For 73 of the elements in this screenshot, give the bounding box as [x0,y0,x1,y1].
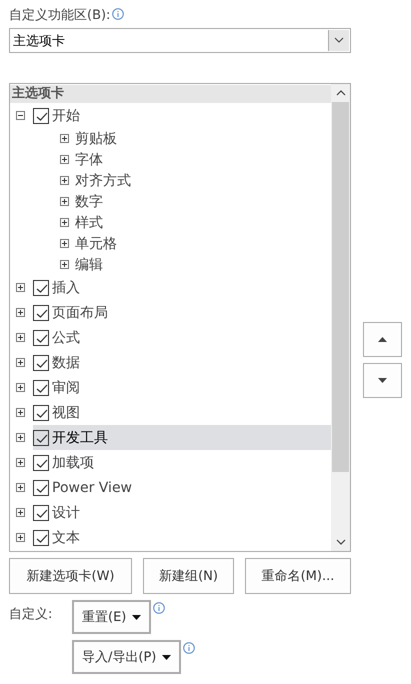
expand-icon[interactable] [60,176,69,185]
checkbox[interactable] [33,108,49,124]
scroll-down-icon[interactable] [336,538,346,546]
checkbox[interactable] [33,430,49,446]
info-icon [112,8,124,20]
tree-item[interactable]: 文本 [52,528,80,546]
triangle-up-icon [378,337,387,342]
dropdown-button[interactable]: 重置(E) [72,600,152,634]
info-icon [183,642,196,654]
expand-icon[interactable] [60,218,69,227]
dropdown-button[interactable]: 导入/导出(P) [72,640,182,674]
checkbox[interactable] [33,354,49,370]
scroll-up-icon[interactable] [336,89,346,97]
expand-icon[interactable] [60,155,69,164]
checkbox[interactable] [33,304,49,320]
expand-icon[interactable] [16,308,25,317]
expand-icon[interactable] [16,508,25,517]
caret-icon [132,614,142,620]
tree-item[interactable]: 单元格 [75,234,117,252]
expand-icon[interactable] [16,408,25,417]
action-button[interactable]: 新建选项卡(W) [9,558,132,594]
tree-item[interactable]: 字体 [75,150,103,168]
tree-item[interactable]: 数据 [52,354,80,372]
expand-icon[interactable] [16,533,25,542]
tree-item[interactable]: 数字 [75,192,103,210]
tree-item[interactable]: 插入 [52,278,80,296]
ribbon-label: 自定义功能区(B): [9,7,110,25]
expand-icon[interactable] [60,239,69,248]
expand-icon[interactable] [16,283,25,292]
tree-item[interactable]: 样式 [75,214,103,232]
checkbox[interactable] [33,280,49,296]
expand-icon[interactable] [16,458,25,467]
action-button[interactable]: 新建组(N) [143,558,234,594]
customize-label: 自定义: [9,606,54,624]
expand-icon[interactable] [16,383,25,392]
ribbon-dropdown[interactable]: 主选项卡 [9,28,351,53]
tree-item[interactable]: 页面布局 [52,304,108,322]
dropdown-button[interactable] [328,30,349,51]
expand-icon[interactable] [16,358,25,367]
checkbox[interactable] [33,330,49,346]
tree-item[interactable]: 审阅 [52,378,80,396]
expand-icon[interactable] [60,197,69,206]
info-icon [153,602,166,614]
checkbox[interactable] [33,504,49,520]
chevron-down-icon [334,37,344,44]
action-button[interactable]: 重命名(M)... [245,558,351,594]
tree-item[interactable]: Power View [52,480,132,496]
checkbox[interactable] [33,480,49,496]
expand-icon[interactable] [60,134,69,143]
tree-item[interactable]: 剪贴板 [75,130,117,148]
collapse-icon[interactable] [16,111,25,120]
scrollbar[interactable] [331,84,350,551]
scrollbar-thumb[interactable] [332,102,349,472]
expand-icon[interactable] [16,333,25,342]
checkbox[interactable] [33,530,49,546]
dropdown-value: 主选项卡 [12,32,65,50]
tree-header: 主选项卡 [10,85,331,103]
tree-item[interactable]: 开始 [52,106,80,124]
checkbox[interactable] [33,404,49,420]
tree-item[interactable]: 编辑 [75,256,103,274]
tree-item[interactable]: 加载项 [52,454,94,472]
checkbox[interactable] [33,454,49,470]
caret-icon [162,654,172,660]
triangle-down-icon [378,378,387,383]
tree-item[interactable]: 设计 [52,504,80,522]
expand-icon[interactable] [16,483,25,492]
checkbox[interactable] [33,380,49,396]
expand-icon[interactable] [16,433,25,442]
expand-icon[interactable] [60,260,69,269]
tree-item[interactable]: 开发工具 [52,428,108,446]
tree-item[interactable]: 对齐方式 [75,172,131,190]
tree-item[interactable]: 视图 [52,404,80,422]
tree-item[interactable]: 公式 [52,328,80,346]
